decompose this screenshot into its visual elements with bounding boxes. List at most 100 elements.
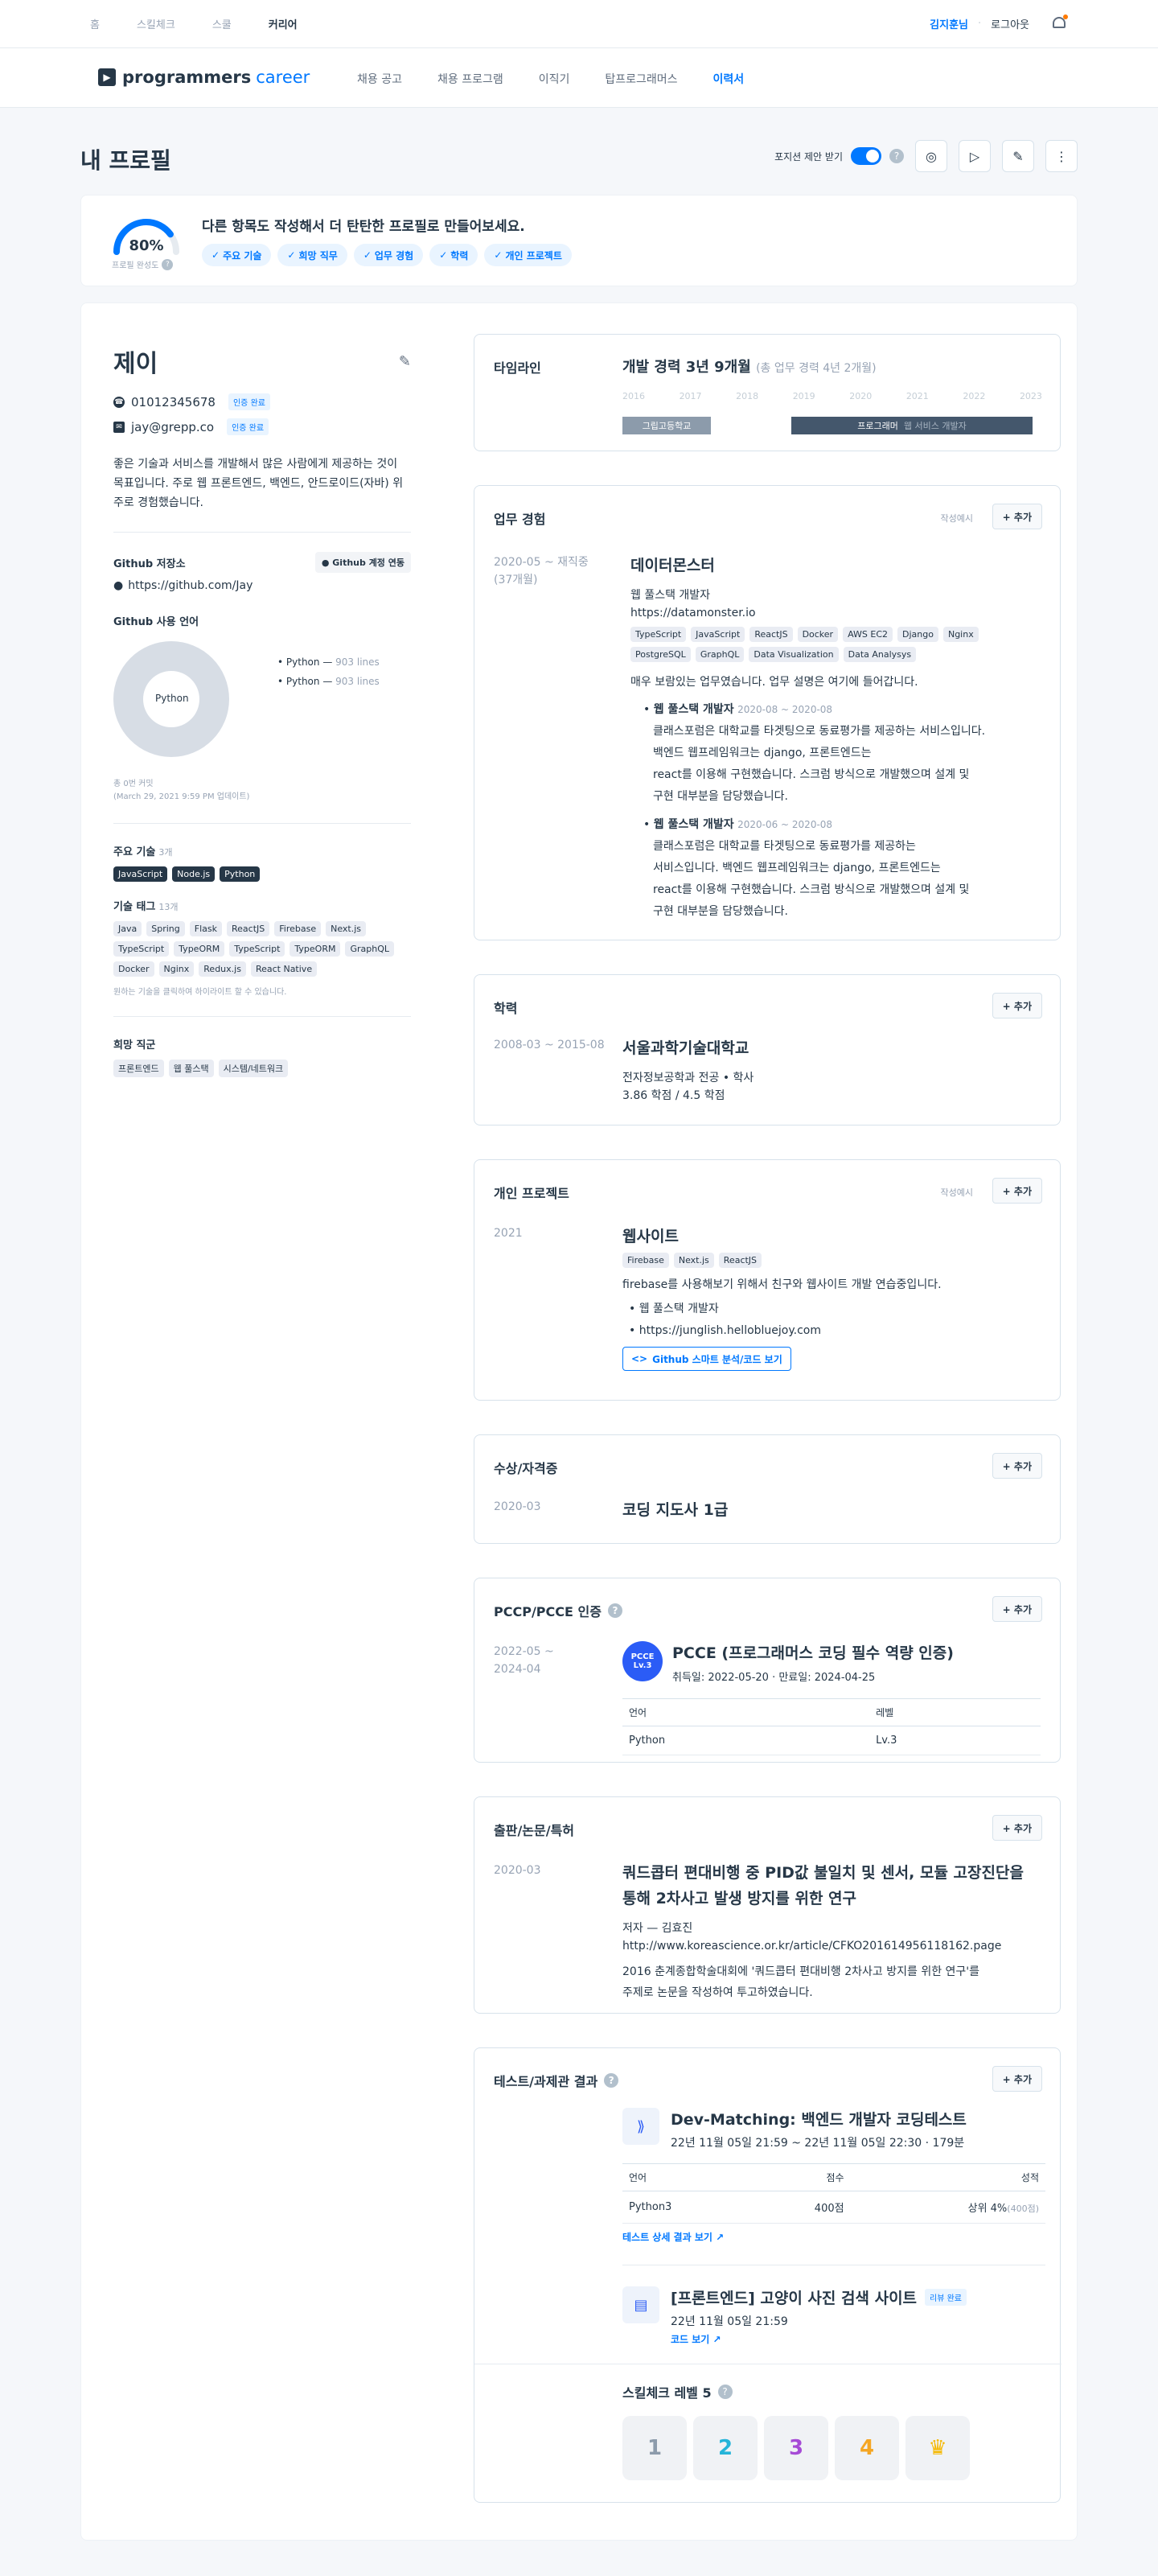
more-icon[interactable]: ⋮ (1045, 140, 1078, 172)
timeline-year: 2022 (963, 391, 986, 401)
nav-moving[interactable]: 이직기 (539, 71, 570, 87)
pccp-period: 2022-05 ~ 2024-04 (494, 1643, 554, 1678)
tech-tag[interactable]: ReactJS (226, 921, 270, 936)
edit-icon[interactable]: ✎ (399, 353, 411, 370)
tech-tag[interactable]: Docker (113, 961, 154, 977)
github-connect-button[interactable]: ● Github 계정 연동 (314, 552, 411, 573)
top-nav-school[interactable]: 스쿨 (212, 16, 232, 31)
tech-tag[interactable]: TypeScript (113, 941, 170, 957)
timeline-bar-school[interactable]: 그립고등학교 (622, 417, 711, 434)
sample-link[interactable]: 작성예시 (941, 512, 973, 525)
preview-icon[interactable]: ▷ (959, 140, 991, 172)
help-icon[interactable]: ? (162, 258, 174, 270)
chip-work-experience[interactable]: ✓ 업무 경험 (353, 244, 424, 266)
nav-top-programmers[interactable]: 탑프로그래머스 (605, 71, 677, 87)
help-icon[interactable]: ? (604, 2073, 619, 2088)
main-skill-tag[interactable]: JavaScript (113, 866, 168, 882)
tech-tag[interactable]: TypeORM (290, 941, 341, 957)
external-link-icon: ↗ (712, 2334, 721, 2345)
nav-resume[interactable]: 이력서 (713, 71, 745, 87)
github-url[interactable]: https://github.com/Jay (128, 579, 253, 592)
add-work-button[interactable]: + 추가 (992, 504, 1042, 529)
timeline-bar-job[interactable]: 프로그래머 웹 서비스 개발자 (791, 417, 1033, 434)
main-skill-tag[interactable]: Node.js (172, 866, 216, 882)
award-period: 2020-03 (494, 1500, 541, 1513)
brand-logo[interactable]: ▶ programmers career (98, 68, 310, 87)
nav-jobs[interactable]: 채용 공고 (357, 71, 402, 87)
chip-education[interactable]: ✓ 학력 (429, 244, 478, 266)
level-3-badge-icon: 3 (764, 2416, 828, 2480)
help-icon[interactable]: ? (717, 2385, 733, 2399)
tech-tag[interactable]: Flask (189, 921, 222, 936)
nav-programs[interactable]: 채용 프로그램 (437, 71, 503, 87)
tech-tag[interactable]: Spring (146, 921, 185, 936)
subitem-body: 클래스포럼은 대학교를 타겟팅으로 동료평가를 제공하는 서비스입니다. 백엔드… (643, 836, 1041, 923)
help-icon[interactable]: ? (889, 149, 904, 163)
tech-tag[interactable]: Redux.js (199, 961, 246, 977)
tech-tag[interactable]: TypeORM (174, 941, 225, 957)
bell-icon[interactable] (1050, 14, 1068, 32)
job-tag: 시스템/네트워크 (218, 1060, 289, 1077)
logout-link[interactable]: 로그아웃 (991, 16, 1029, 31)
col-header: 성적 (850, 2163, 1045, 2191)
work-tag: Data Visualization (749, 647, 839, 662)
work-tag: GraphQL (695, 647, 745, 662)
add-pccp-button[interactable]: + 추가 (992, 1596, 1042, 1622)
github-analysis-button[interactable]: <> Github 스마트 분석/코드 보기 (622, 1347, 791, 1371)
tech-tag[interactable]: Next.js (326, 921, 367, 936)
completion-percent: 80% (129, 237, 164, 254)
tech-tag-title: 기술 태그 (113, 901, 156, 913)
test-result-table: 언어 점수 성적 Python3 400점 상위 4%(400점) (622, 2163, 1045, 2224)
user-name-link[interactable]: 김지훈님 (930, 16, 968, 31)
level-label: 4 (859, 2436, 875, 2460)
skillcheck-levels: 1 2 3 4 ♛ (622, 2416, 1045, 2480)
add-education-button[interactable]: + 추가 (992, 993, 1042, 1018)
chip-desired-job[interactable]: ✓ 희망 직무 (277, 244, 347, 266)
test-detail-label: 테스트 상세 결과 보기 (622, 2232, 712, 2243)
test-title-row: [프론트엔드] 고양이 사진 검색 사이트 리뷰 완료 (671, 2286, 967, 2308)
help-icon[interactable]: ? (607, 1603, 622, 1618)
github-label: Github 저장소 (113, 558, 186, 570)
top-nav-home[interactable]: 홈 (90, 16, 100, 31)
project-tag: Firebase (622, 1253, 669, 1268)
tech-tag[interactable]: Nginx (158, 961, 195, 977)
project-name: 웹사이트 (622, 1228, 679, 1245)
main-skill-tag[interactable]: Python (220, 866, 261, 882)
top-nav-career[interactable]: 커리어 (269, 16, 298, 31)
tech-tag[interactable]: React Native (250, 961, 318, 977)
add-paper-button[interactable]: + 추가 (992, 1815, 1042, 1841)
test-detail-link[interactable]: 테스트 상세 결과 보기 ↗ (622, 2230, 724, 2244)
code-view-link[interactable]: 코드 보기 ↗ (671, 2334, 721, 2345)
subitem-title: 웹 풀스택 개발자 (653, 703, 734, 716)
award-name: 코딩 지도사 1급 (622, 1501, 729, 1519)
position-offer-toggle[interactable] (851, 147, 881, 165)
completion-chips: ✓ 주요 기술 ✓ 희망 직무 ✓ 업무 경험 ✓ 학력 ✓ 개인 프로젝트 (202, 244, 572, 266)
tech-tag[interactable]: TypeScript (229, 941, 285, 957)
top-nav-skillcheck[interactable]: 스킬체크 (137, 16, 175, 31)
add-test-button[interactable]: + 추가 (992, 2066, 1042, 2092)
add-award-button[interactable]: + 추가 (992, 1453, 1042, 1479)
globe-icon[interactable]: ◎ (915, 140, 947, 172)
work-months: (37개월) (494, 574, 538, 586)
chip-main-skill[interactable]: ✓ 주요 기술 (202, 244, 272, 266)
profile-body: 제이 ✎ ☎ 01012345678 인증 완료 ✉ jay@grepp.co … (80, 302, 1078, 2541)
add-project-button[interactable]: + 추가 (992, 1178, 1042, 1204)
tech-tag[interactable]: GraphQL (345, 941, 394, 957)
timeline-bar-label: 프로그래머 (857, 421, 898, 431)
tech-tag[interactable]: Firebase (274, 921, 322, 936)
project-tag: ReactJS (718, 1253, 762, 1268)
sample-link[interactable]: 작성예시 (941, 1186, 973, 1199)
tech-tag[interactable]: Java (113, 921, 142, 936)
job-tag: 프론트엔드 (113, 1060, 164, 1077)
skillcheck-title: 스킬체크 레벨 5 (622, 2385, 712, 2401)
level-4-badge-icon: 4 (835, 2416, 899, 2480)
pccp-period-start: 2022-05 ~ (494, 1645, 554, 1658)
company-name: 데이터몬스터 (630, 557, 715, 574)
chip-project[interactable]: ✓ 개인 프로젝트 (484, 244, 572, 266)
email: jay@grepp.co (131, 419, 215, 434)
pccp-info: PCCE (프로그래머스 코딩 필수 역량 인증) 취득일: 2022-05-2… (672, 1641, 954, 1687)
edit-document-icon[interactable]: ✎ (1002, 140, 1034, 172)
legend-item: • Python — 903 lines (277, 676, 380, 687)
pccp-table: 언어 레벨 Python Lv.3 (622, 1698, 1041, 1755)
work-desc: 매우 보람있는 업무였습니다. 업무 설명은 여기에 들어갑니다. (630, 676, 918, 689)
